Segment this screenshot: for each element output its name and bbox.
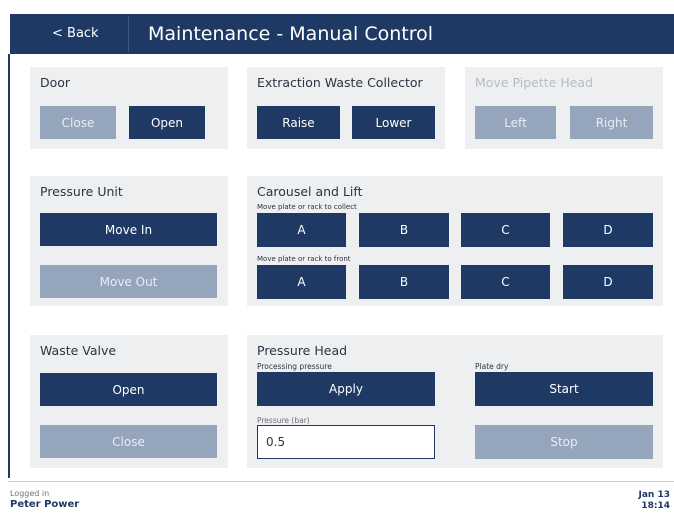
collect-a-button[interactable]: A — [257, 213, 346, 247]
footer-time: 18:14 — [641, 501, 670, 511]
collect-b-button[interactable]: B — [359, 213, 449, 247]
move-in-button[interactable]: Move In — [40, 213, 217, 246]
collect-label: Move plate or rack to collect — [257, 203, 357, 211]
footer-user-info: Logged in Peter Power — [10, 489, 79, 511]
move-pipette-head-panel: Move Pipette Head Left Right — [465, 67, 663, 149]
pipette-title: Move Pipette Head — [475, 75, 594, 90]
door-close-button[interactable]: Close — [40, 106, 116, 139]
processing-pressure-label: Processing pressure — [257, 362, 332, 371]
pressure-input[interactable] — [257, 425, 435, 459]
carousel-title: Carousel and Lift — [257, 184, 363, 199]
door-open-button[interactable]: Open — [129, 106, 205, 139]
start-button[interactable]: Start — [475, 372, 653, 406]
carousel-and-lift-panel: Carousel and Lift Move plate or rack to … — [247, 176, 663, 306]
page-title: Maintenance - Manual Control — [148, 23, 434, 45]
door-panel: Door Close Open — [30, 67, 228, 149]
waste-valve-title: Waste Valve — [40, 343, 117, 358]
pipette-left-button[interactable]: Left — [475, 106, 556, 139]
pressure-head-panel: Pressure Head Processing pressure Apply … — [247, 335, 663, 468]
footer-datetime: Jan 13 18:14 — [639, 490, 671, 512]
waste-valve-close-button[interactable]: Close — [40, 425, 217, 458]
back-button[interactable]: < Back — [10, 14, 128, 54]
apply-button[interactable]: Apply — [257, 372, 435, 406]
pressure-unit-title: Pressure Unit — [40, 184, 123, 199]
stop-button[interactable]: Stop — [475, 425, 653, 459]
extraction-raise-button[interactable]: Raise — [257, 106, 340, 139]
left-edge-bar — [8, 54, 10, 478]
front-c-button[interactable]: C — [461, 265, 550, 299]
footer-date: Jan 13 — [638, 490, 671, 500]
header-divider — [128, 16, 129, 52]
logged-in-label: Logged in — [10, 489, 50, 498]
extraction-title: Extraction Waste Collector — [257, 75, 423, 90]
collect-d-button[interactable]: D — [563, 213, 653, 247]
front-label: Move plate or rack to front — [257, 255, 351, 263]
front-a-button[interactable]: A — [257, 265, 346, 299]
plate-dry-label: Plate dry — [475, 362, 509, 371]
waste-valve-open-button[interactable]: Open — [40, 373, 217, 406]
user-name: Peter Power — [10, 499, 80, 510]
extraction-waste-collector-panel: Extraction Waste Collector Raise Lower — [247, 67, 445, 149]
waste-valve-panel: Waste Valve Open Close — [30, 335, 228, 468]
footer-divider — [8, 481, 674, 482]
front-b-button[interactable]: B — [359, 265, 449, 299]
front-d-button[interactable]: D — [563, 265, 653, 299]
move-out-button[interactable]: Move Out — [40, 265, 217, 298]
extraction-lower-button[interactable]: Lower — [352, 106, 435, 139]
door-title: Door — [40, 75, 71, 90]
pipette-right-button[interactable]: Right — [570, 106, 653, 139]
pressure-head-title: Pressure Head — [257, 343, 348, 358]
header-bar: < Back Maintenance - Manual Control — [10, 14, 674, 54]
collect-c-button[interactable]: C — [461, 213, 550, 247]
pressure-unit-panel: Pressure Unit Move In Move Out — [30, 176, 228, 306]
pressure-field-label: Pressure (bar) — [257, 416, 310, 425]
